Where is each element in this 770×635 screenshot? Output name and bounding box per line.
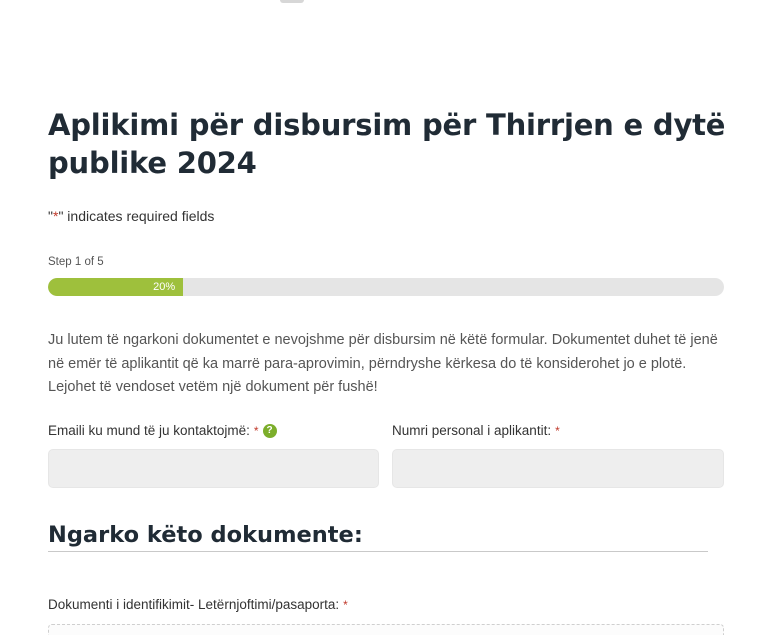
personal-number-input[interactable]	[392, 449, 724, 488]
required-note-suffix: " indicates required fields	[58, 208, 215, 224]
personal-number-label-text: Numri personal i aplikantit:	[392, 423, 552, 438]
page-title: Aplikimi për disbursim për Thirrjen e dy…	[48, 108, 726, 180]
required-asterisk: *	[555, 423, 560, 438]
personal-number-field-label: Numri personal i aplikantit: *	[392, 423, 560, 438]
id-document-upload-dropzone[interactable]	[48, 624, 724, 635]
header-edge	[280, 0, 304, 3]
id-document-field-label: Dokumenti i identifikimit- Letërnjoftimi…	[48, 597, 348, 612]
email-input[interactable]	[48, 449, 379, 488]
question-circle-icon[interactable]: ?	[262, 423, 277, 438]
email-label-text: Emaili ku mund të ju kontaktojmë:	[48, 423, 250, 438]
required-asterisk: *	[343, 597, 348, 612]
required-fields-note: "*" indicates required fields	[48, 208, 214, 224]
required-asterisk: *	[253, 423, 259, 438]
section-divider	[48, 551, 708, 552]
email-field-label: Emaili ku mund të ju kontaktojmë: * ?	[48, 423, 277, 438]
progress-bar: 20%	[48, 278, 724, 296]
progress-percent-label: 20%	[153, 281, 176, 293]
step-indicator: Step 1 of 5	[48, 256, 104, 268]
form-instructions: Ju lutem të ngarkoni dokumentet e nevojs…	[48, 332, 718, 395]
id-document-label-text: Dokumenti i identifikimit- Letërnjoftimi…	[48, 597, 340, 612]
progress-fill: 20%	[48, 278, 184, 296]
section-title: Ngarko këto dokumente:	[48, 522, 363, 548]
